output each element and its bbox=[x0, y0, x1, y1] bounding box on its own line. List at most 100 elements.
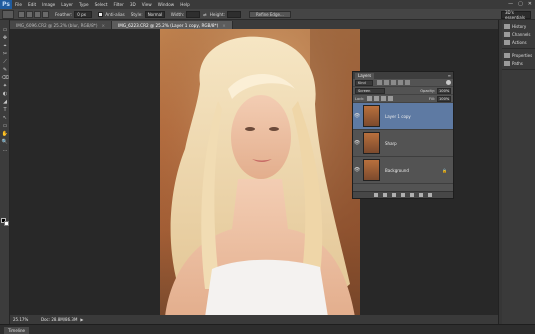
delete-layer-icon[interactable] bbox=[428, 193, 432, 197]
marquee-tool-icon[interactable]: ▭ bbox=[0, 26, 10, 34]
panel-label: History bbox=[512, 23, 527, 29]
panel-actions[interactable]: Actions bbox=[502, 38, 535, 46]
timeline-panel: Timeline bbox=[0, 324, 535, 334]
eye-icon[interactable]: 👁 bbox=[353, 167, 361, 173]
layer-name[interactable]: Background bbox=[385, 168, 409, 173]
healing-tool-icon[interactable]: ✦ bbox=[0, 82, 10, 90]
style-label: Style: bbox=[130, 11, 143, 17]
intersect-selection-icon[interactable] bbox=[42, 10, 49, 18]
layer-row[interactable]: 👁 Sharp bbox=[353, 130, 453, 157]
more-tools-icon[interactable]: … bbox=[0, 146, 10, 154]
maximize-icon[interactable]: ▢ bbox=[518, 1, 523, 7]
selection-mode-buttons bbox=[18, 10, 49, 18]
style-select[interactable]: Normal bbox=[144, 10, 165, 18]
layers-panel: Layers ≡ Kind Screen Opacity: 100% Lock:… bbox=[352, 71, 454, 199]
blend-mode-select[interactable]: Screen bbox=[355, 87, 385, 94]
adjustment-layer-icon[interactable] bbox=[401, 193, 405, 197]
paths-icon bbox=[504, 60, 510, 66]
menu-filter[interactable]: Filter bbox=[110, 2, 126, 7]
hand-tool-icon[interactable]: ✋ bbox=[0, 130, 10, 138]
close-tab-icon[interactable]: × bbox=[222, 23, 226, 28]
opacity-input[interactable]: 100% bbox=[437, 87, 451, 94]
width-input[interactable] bbox=[186, 10, 201, 18]
antialias-checkbox[interactable] bbox=[98, 11, 104, 17]
shape-tool-icon[interactable]: ▭ bbox=[0, 122, 10, 130]
add-mask-icon[interactable] bbox=[392, 193, 396, 197]
menu-file[interactable]: File bbox=[12, 2, 25, 7]
menu-type[interactable]: Type bbox=[76, 2, 92, 7]
kind-filter-select[interactable]: Kind bbox=[355, 79, 373, 86]
width-label: Width: bbox=[170, 11, 185, 17]
new-selection-icon[interactable] bbox=[18, 10, 25, 18]
zoom-level-field[interactable]: 25.17% bbox=[13, 316, 35, 323]
panel-menu-icon[interactable]: ≡ bbox=[448, 73, 451, 78]
move-tool-icon[interactable]: ✥ bbox=[0, 34, 10, 42]
menu-select[interactable]: Select bbox=[92, 2, 111, 7]
type-filter-icon[interactable] bbox=[391, 80, 396, 85]
menu-layer[interactable]: Layer bbox=[58, 2, 76, 7]
adjustment-filter-icon[interactable] bbox=[384, 80, 389, 85]
panel-properties[interactable]: Properties bbox=[502, 51, 535, 59]
layer-style-icon[interactable] bbox=[383, 193, 387, 197]
eyedropper-tool-icon[interactable]: ⟋ bbox=[0, 58, 10, 66]
photo-canvas[interactable] bbox=[160, 29, 360, 317]
eye-icon[interactable]: 👁 bbox=[353, 113, 361, 119]
tab-layers[interactable]: Layers bbox=[355, 72, 375, 79]
height-input[interactable] bbox=[227, 10, 242, 18]
lasso-tool-icon[interactable]: ⌖ bbox=[0, 42, 10, 50]
fill-input[interactable]: 100% bbox=[437, 95, 451, 102]
tab-timeline[interactable]: Timeline bbox=[4, 327, 30, 334]
lock-pixels-icon[interactable] bbox=[374, 96, 380, 101]
zoom-tool-icon[interactable]: 🔍 bbox=[0, 138, 10, 146]
layer-name[interactable]: Layer 1 copy bbox=[385, 114, 411, 119]
layer-name[interactable]: Sharp bbox=[385, 141, 397, 146]
panel-channels[interactable]: Channels bbox=[502, 30, 535, 38]
link-layers-icon[interactable] bbox=[374, 193, 378, 197]
swap-icon[interactable]: ⇄ bbox=[203, 12, 207, 17]
layer-row[interactable]: 👁 Layer 1 copy bbox=[353, 103, 453, 130]
panel-history[interactable]: History bbox=[502, 22, 535, 30]
minimize-icon[interactable]: — bbox=[508, 1, 513, 7]
tab-document-2[interactable]: IMG_6223.CR2 @ 25.2% (Layer 1 copy, RGB/… bbox=[112, 21, 233, 29]
brush-tool-icon[interactable]: ✎ bbox=[0, 66, 10, 74]
subtract-selection-icon[interactable] bbox=[34, 10, 41, 18]
gradient-tool-icon[interactable]: ◢ bbox=[0, 98, 10, 106]
pixel-filter-icon[interactable] bbox=[377, 80, 382, 85]
close-icon[interactable]: ✕ bbox=[528, 1, 532, 7]
layer-row[interactable]: 👁 Background 🔒 bbox=[353, 157, 453, 184]
lock-position-icon[interactable] bbox=[381, 96, 387, 101]
workspace-switcher[interactable]: 3D's essentials bbox=[501, 10, 531, 20]
menu-3d[interactable]: 3D bbox=[127, 2, 139, 7]
path-selection-tool-icon[interactable]: ↖ bbox=[0, 114, 10, 122]
lock-transparency-icon[interactable] bbox=[367, 96, 373, 101]
panel-paths[interactable]: Paths bbox=[502, 59, 535, 67]
refine-edge-button[interactable]: Refine Edge... bbox=[249, 10, 291, 18]
menu-edit[interactable]: Edit bbox=[25, 2, 39, 7]
feather-input[interactable]: 0 px bbox=[74, 10, 93, 18]
smart-filter-icon[interactable] bbox=[405, 80, 410, 85]
type-tool-icon[interactable]: T bbox=[0, 106, 10, 114]
eye-icon[interactable]: 👁 bbox=[353, 140, 361, 146]
lock-icons bbox=[367, 96, 394, 101]
background-color-swatch[interactable] bbox=[4, 221, 9, 226]
tab-document-1[interactable]: IMG_6096.CR2 @ 25.2% (blur, RGB/8*) × bbox=[10, 21, 112, 29]
lock-all-icon[interactable] bbox=[388, 96, 394, 101]
menu-image[interactable]: Image bbox=[39, 2, 58, 7]
new-layer-icon[interactable] bbox=[419, 193, 423, 197]
dodge-tool-icon[interactable]: ◐ bbox=[0, 90, 10, 98]
shape-filter-icon[interactable] bbox=[398, 80, 403, 85]
add-selection-icon[interactable] bbox=[26, 10, 33, 18]
status-menu-icon[interactable]: ▶ bbox=[80, 317, 83, 322]
crop-tool-icon[interactable]: ✂ bbox=[0, 50, 10, 58]
menu-view[interactable]: View bbox=[139, 2, 155, 7]
menu-help[interactable]: Help bbox=[177, 2, 193, 7]
layers-footer bbox=[353, 191, 453, 198]
tool-preset-picker[interactable] bbox=[2, 9, 14, 19]
menu-window[interactable]: Window bbox=[155, 2, 178, 7]
tab-label: IMG_6223.CR2 @ 25.2% (Layer 1 copy, RGB/… bbox=[118, 22, 219, 28]
new-group-icon[interactable] bbox=[410, 193, 414, 197]
layers-filter-row: Kind bbox=[353, 79, 453, 87]
close-tab-icon[interactable]: × bbox=[101, 23, 105, 28]
eraser-tool-icon[interactable]: ⌫ bbox=[0, 74, 10, 82]
filter-toggle[interactable] bbox=[446, 80, 451, 85]
